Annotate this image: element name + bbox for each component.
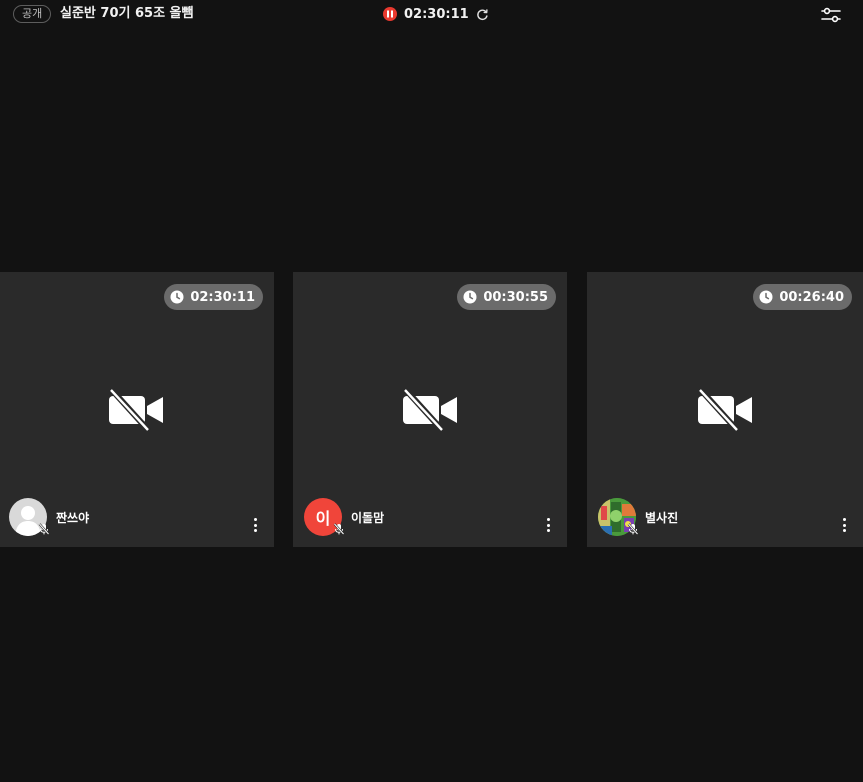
study-time-value: 00:30:55: [483, 289, 548, 305]
refresh-icon[interactable]: [476, 7, 490, 21]
clock-icon: [759, 290, 773, 304]
visibility-badge: 공개: [13, 5, 52, 23]
avatar: [598, 498, 639, 536]
study-time-value: 02:30:11: [190, 289, 255, 305]
study-time-badge: 00:26:40: [753, 284, 852, 310]
avatar: [9, 498, 50, 536]
session-timer: 02:30:11: [383, 5, 490, 23]
session-timer-value: 02:30:11: [404, 6, 469, 22]
mic-off-icon: [333, 523, 345, 535]
room-title: 실준반 70기 65조 올뺌: [60, 6, 194, 21]
mic-off-icon: [627, 523, 639, 535]
top-bar: 공개 실준반 70기 65조 올뺌 02:30:11: [0, 0, 863, 30]
participant-name: 별사진: [645, 510, 679, 525]
study-time-badge: 02:30:11: [164, 284, 263, 310]
more-options-icon[interactable]: [841, 518, 847, 532]
more-options-icon[interactable]: [545, 518, 551, 532]
participant-tile[interactable]: 00:30:55 이 이돌맘: [293, 272, 567, 547]
sliders-icon[interactable]: [820, 5, 842, 25]
participant-info: 이 이돌맘: [304, 498, 384, 536]
participant-tile[interactable]: 00:26:40 별사진: [587, 272, 863, 547]
clock-icon: [170, 290, 184, 304]
study-time-badge: 00:30:55: [457, 284, 556, 310]
participant-name: 짠쓰야: [56, 510, 90, 525]
participant-info: 별사진: [598, 498, 678, 536]
camera-off-icon: [107, 386, 165, 434]
mic-off-icon: [38, 523, 50, 535]
participant-tile[interactable]: 02:30:11 짠쓰야: [0, 272, 274, 547]
avatar: 이: [304, 498, 345, 536]
camera-off-icon: [696, 386, 754, 434]
avatar-letter: 이: [315, 509, 331, 528]
clock-icon: [463, 290, 477, 304]
participant-name: 이돌맘: [351, 510, 385, 525]
participant-info: 짠쓰야: [9, 498, 89, 536]
more-options-icon[interactable]: [252, 518, 258, 532]
camera-off-icon: [401, 386, 459, 434]
study-time-value: 00:26:40: [779, 289, 844, 305]
pause-icon[interactable]: [383, 7, 397, 21]
